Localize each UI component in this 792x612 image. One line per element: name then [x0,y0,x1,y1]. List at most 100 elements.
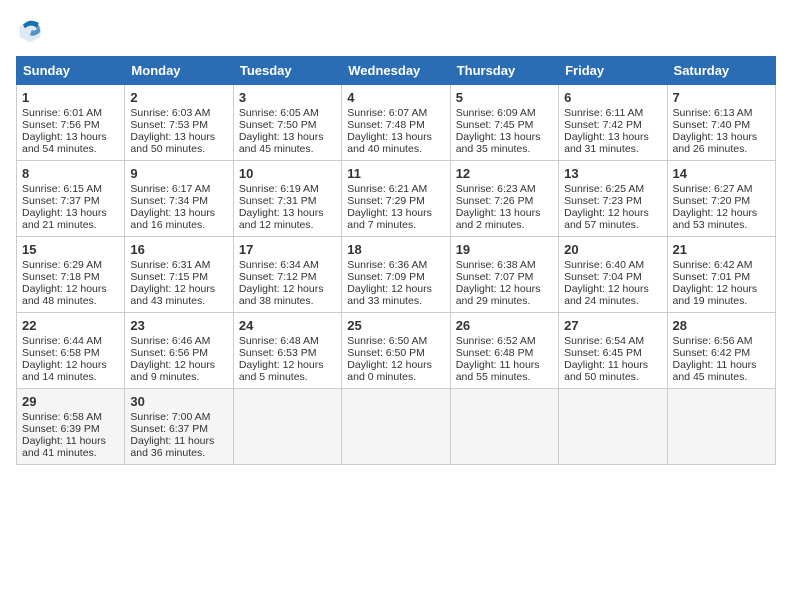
sunrise-text: Sunrise: 6:42 AM [673,259,753,271]
sunrise-text: Sunrise: 6:44 AM [22,335,102,347]
calendar-day-cell [667,389,775,465]
sunrise-text: Sunrise: 6:13 AM [673,107,753,119]
day-number: 10 [239,166,336,181]
daylight-text: Daylight: 13 hours and 16 minutes. [130,207,215,231]
calendar-day-cell: 22 Sunrise: 6:44 AMSunset: 6:58 PMDayligh… [17,313,125,389]
calendar-week-row: 1Sunrise: 6:01 AMSunset: 7:56 PMDaylight… [17,85,776,161]
daylight-text: Daylight: 12 hours and 57 minutes. [564,207,649,231]
day-number: 12 [456,166,553,181]
daylight-text: Daylight: 12 hours and 9 minutes. [130,359,215,383]
daylight-text: Daylight: 13 hours and 54 minutes. [22,131,107,155]
calendar-week-row: 15Sunrise: 6:29 AMSunset: 7:18 PMDayligh… [17,237,776,313]
day-number: 26 [456,318,553,333]
daylight-text: Daylight: 12 hours and 5 minutes. [239,359,324,383]
sunrise-text: Sunrise: 6:34 AM [239,259,319,271]
day-number: 22 [22,318,119,333]
day-number: 2 [130,90,227,105]
calendar-day-cell: 28Sunrise: 6:56 AMSunset: 6:42 PMDayligh… [667,313,775,389]
sunrise-text: Sunrise: 6:05 AM [239,107,319,119]
calendar-day-cell [559,389,667,465]
day-number: 20 [564,242,661,257]
sunrise-text: Sunrise: 6:31 AM [130,259,210,271]
logo [16,16,48,44]
calendar-day-cell [342,389,450,465]
daylight-text: Daylight: 13 hours and 50 minutes. [130,131,215,155]
sunset-text: Sunset: 7:12 PM [239,271,317,283]
daylight-text: Daylight: 12 hours and 53 minutes. [673,207,758,231]
day-number: 30 [130,394,227,409]
sunset-text: Sunset: 7:48 PM [347,119,425,131]
sunrise-text: Sunrise: 6:07 AM [347,107,427,119]
calendar-day-cell: 6Sunrise: 6:11 AMSunset: 7:42 PMDaylight… [559,85,667,161]
day-number: 24 [239,318,336,333]
sunset-text: Sunset: 7:53 PM [130,119,208,131]
sunrise-text: Sunrise: 6:27 AM [673,183,753,195]
day-number: 27 [564,318,661,333]
sunrise-text: Sunrise: 7:00 AM [130,411,210,423]
calendar-week-row: 22Sunrise: 6:44 AMSunset: 6:58 PMDayligh… [17,313,776,389]
daylight-text: Daylight: 11 hours and 50 minutes. [564,359,648,383]
calendar-day-cell: 23Sunrise: 6:46 AMSunset: 6:56 PMDayligh… [125,313,233,389]
day-number: 14 [673,166,770,181]
day-number: 3 [239,90,336,105]
calendar-day-cell: 12Sunrise: 6:23 AMSunset: 7:26 PMDayligh… [450,161,558,237]
daylight-text: Daylight: 12 hours and 24 minutes. [564,283,649,307]
calendar-day-cell: 9Sunrise: 6:17 AMSunset: 7:34 PMDaylight… [125,161,233,237]
sunset-text: Sunset: 7:37 PM [22,195,100,207]
daylight-text: Daylight: 11 hours and 41 minutes. [22,435,106,459]
daylight-text: Daylight: 13 hours and 7 minutes. [347,207,432,231]
sunset-text: Sunset: 7:20 PM [673,195,751,207]
daylight-text: Daylight: 12 hours and 38 minutes. [239,283,324,307]
calendar-body: 1Sunrise: 6:01 AMSunset: 7:56 PMDaylight… [17,85,776,465]
sunset-text: Sunset: 7:56 PM [22,119,100,131]
daylight-text: Daylight: 12 hours and 43 minutes. [130,283,215,307]
sunset-text: Sunset: 6:37 PM [130,423,208,435]
sunset-text: Sunset: 7:18 PM [22,271,100,283]
day-number: 21 [673,242,770,257]
calendar-day-cell: 16Sunrise: 6:31 AMSunset: 7:15 PMDayligh… [125,237,233,313]
calendar-day-cell: 4Sunrise: 6:07 AMSunset: 7:48 PMDaylight… [342,85,450,161]
sunset-text: Sunset: 7:04 PM [564,271,642,283]
weekday-header-monday: Monday [125,57,233,85]
calendar-day-cell: 14 Sunrise: 6:27 AMSunset: 7:20 PMDayligh… [667,161,775,237]
sunrise-text: Sunrise: 6:17 AM [130,183,210,195]
sunrise-text: Sunrise: 6:01 AM [22,107,102,119]
weekday-header-friday: Friday [559,57,667,85]
calendar-day-cell: 21Sunrise: 6:42 AMSunset: 7:01 PMDayligh… [667,237,775,313]
sunset-text: Sunset: 7:50 PM [239,119,317,131]
sunset-text: Sunset: 7:40 PM [673,119,751,131]
sunset-text: Sunset: 7:01 PM [673,271,751,283]
weekday-header-tuesday: Tuesday [233,57,341,85]
sunset-text: Sunset: 6:42 PM [673,347,751,359]
calendar-week-row: 8Sunrise: 6:15 AMSunset: 7:37 PMDaylight… [17,161,776,237]
sunrise-text: Sunrise: 6:25 AM [564,183,644,195]
sunset-text: Sunset: 6:39 PM [22,423,100,435]
calendar-day-cell: 8Sunrise: 6:15 AMSunset: 7:37 PMDaylight… [17,161,125,237]
sunrise-text: Sunrise: 6:52 AM [456,335,536,347]
sunset-text: Sunset: 7:26 PM [456,195,534,207]
day-number: 13 [564,166,661,181]
daylight-text: Daylight: 11 hours and 36 minutes. [130,435,214,459]
sunrise-text: Sunrise: 6:21 AM [347,183,427,195]
day-number: 9 [130,166,227,181]
day-number: 8 [22,166,119,181]
calendar-day-cell: 3Sunrise: 6:05 AMSunset: 7:50 PMDaylight… [233,85,341,161]
weekday-header-saturday: Saturday [667,57,775,85]
daylight-text: Daylight: 12 hours and 14 minutes. [22,359,107,383]
sunrise-text: Sunrise: 6:54 AM [564,335,644,347]
sunrise-text: Sunrise: 6:23 AM [456,183,536,195]
sunrise-text: Sunrise: 6:46 AM [130,335,210,347]
daylight-text: Daylight: 12 hours and 0 minutes. [347,359,432,383]
sunset-text: Sunset: 6:50 PM [347,347,425,359]
calendar-day-cell: 20Sunrise: 6:40 AMSunset: 7:04 PMDayligh… [559,237,667,313]
sunset-text: Sunset: 6:58 PM [22,347,100,359]
day-number: 11 [347,166,444,181]
sunset-text: Sunset: 7:15 PM [130,271,208,283]
sunset-text: Sunset: 6:48 PM [456,347,534,359]
day-number: 6 [564,90,661,105]
sunset-text: Sunset: 7:45 PM [456,119,534,131]
daylight-text: Daylight: 12 hours and 48 minutes. [22,283,107,307]
daylight-text: Daylight: 11 hours and 55 minutes. [456,359,540,383]
calendar-day-cell: 13Sunrise: 6:25 AMSunset: 7:23 PMDayligh… [559,161,667,237]
calendar-day-cell: 15Sunrise: 6:29 AMSunset: 7:18 PMDayligh… [17,237,125,313]
